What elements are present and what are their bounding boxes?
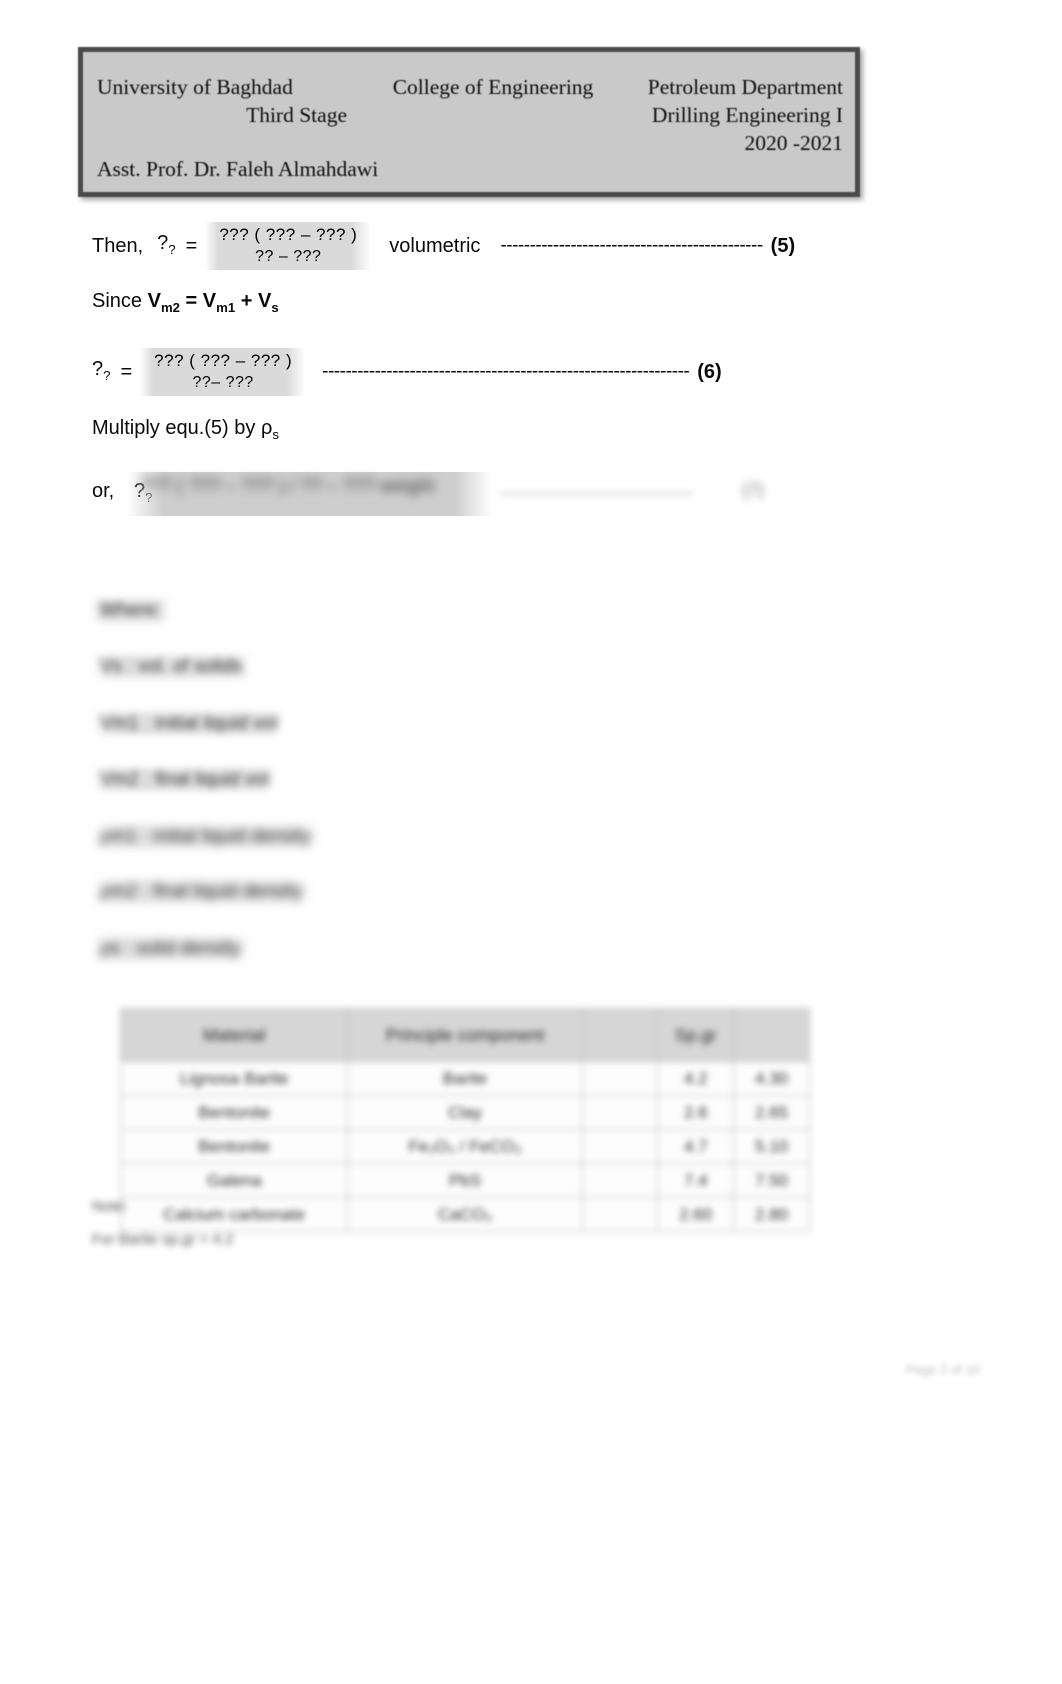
col-header-blank xyxy=(581,1008,659,1062)
lecture-header-box: University of Baghdad Third Stage Colleg… xyxy=(78,47,860,197)
cell-component: Fe₂O₃ / FeCO₃ xyxy=(347,1129,583,1164)
definition-rho-s: ρs : solid density xyxy=(92,937,249,960)
eq5-equals: = xyxy=(185,235,198,257)
eq5-dashes: ----------------------------------------… xyxy=(500,235,763,256)
cell-blank xyxy=(581,1163,659,1198)
cell-spgr: 4.2 xyxy=(657,1061,735,1096)
table-row: Bentonite Clay 2.6 2.65 xyxy=(119,1095,810,1130)
materials-table-body: Lignosa Barite Barite 4.2 4.30 Bentonite… xyxy=(119,1061,810,1232)
cell-blank xyxy=(581,1197,659,1232)
materials-table-head: Material Principle component Sp.gr xyxy=(119,1008,810,1062)
cell-component: CaCO₃ xyxy=(347,1197,583,1232)
cell-material: Lignosa Barite xyxy=(119,1061,349,1096)
table-row: Calcium carbonate CaCO₃ 2.60 2.80 xyxy=(119,1197,810,1232)
eq6-equals: = xyxy=(120,361,133,383)
cell-blank xyxy=(581,1061,659,1096)
eq6-numerator: ??? ( ??? – ??? ) xyxy=(154,351,293,370)
since-line: Since Vm2 = Vm1 + Vs xyxy=(92,288,279,321)
since-equals: = xyxy=(180,290,203,312)
cell-material: Calcium carbonate xyxy=(119,1197,349,1232)
header-course: Drilling Engineering I xyxy=(651,103,843,127)
eq5-trailing-word: volumetric xyxy=(389,235,481,257)
since-prefix: Since xyxy=(92,290,148,312)
multiply-subscript: s xyxy=(272,427,279,442)
eq6-denominator: ??– ??? xyxy=(192,374,254,391)
multiply-line: Multiply equ.(5) by ρs xyxy=(92,415,279,448)
since-vm1: Vm1 xyxy=(202,290,236,315)
note-text: For Barite sp.gr = 4.2 xyxy=(92,1231,234,1248)
cell-extra: 2.65 xyxy=(733,1095,810,1130)
eq5-number: (5) xyxy=(770,235,796,257)
materials-table-wrap: Material Principle component Sp.gr Ligno… xyxy=(119,1008,810,1232)
cell-spgr: 2.60 xyxy=(657,1197,735,1232)
cell-component: PbS xyxy=(347,1163,583,1198)
multiply-text: Multiply equ.(5) by ρ xyxy=(92,417,273,439)
definition-rho-m1: ρm1 : initial liquid density xyxy=(92,825,320,848)
header-department: Petroleum Department xyxy=(647,75,843,99)
table-header-row: Material Principle component Sp.gr xyxy=(119,1008,810,1062)
cell-blank xyxy=(581,1129,659,1164)
definition-vm2: Vm2 : final liquid vol xyxy=(92,768,277,791)
table-row: Galena PbS 7.4 7.50 xyxy=(119,1163,810,1198)
note-label: Note: xyxy=(92,1198,128,1215)
col-header-spgr: Sp.gr xyxy=(657,1008,735,1062)
definition-vm1: Vm1 : initial liquid vol xyxy=(92,712,286,735)
cell-spgr: 4.7 xyxy=(657,1129,735,1164)
eq6-number: (6) xyxy=(697,361,722,383)
eq6-dashes: ----------------------------------------… xyxy=(322,361,690,382)
cell-component: Clay xyxy=(347,1095,583,1130)
cell-component: Barite xyxy=(347,1061,583,1096)
header-college: College of Engineering xyxy=(392,75,594,99)
or-prefix: or, xyxy=(92,480,115,502)
or-equation-body: ??? ( ??? – ??? ) / ?? – ??? weight xyxy=(140,476,435,497)
cell-extra: 2.80 xyxy=(733,1197,810,1232)
table-row: Bentonite Fe₂O₃ / FeCO₃ 4.7 5.10 xyxy=(119,1129,810,1164)
cell-extra: 7.50 xyxy=(733,1163,810,1198)
cell-blank xyxy=(581,1095,659,1130)
since-plus: + xyxy=(235,290,258,312)
eq5-lhs: ?? xyxy=(157,231,176,257)
header-year: 2020 -2021 xyxy=(744,131,843,155)
cell-spgr: 7.4 xyxy=(657,1163,735,1198)
definition-vs: Vs : vol. of solids xyxy=(92,655,251,678)
document-page: University of Baghdad Third Stage Colleg… xyxy=(0,0,1062,1684)
cell-material: Bentonite xyxy=(119,1129,349,1164)
definition-rho-m2: ρm2 : final liquid density xyxy=(92,880,312,903)
col-header-material: Material xyxy=(119,1008,349,1062)
materials-table: Material Principle component Sp.gr Ligno… xyxy=(119,1008,810,1232)
eq5-fraction: ??? ( ??? – ??? ) ?? – ??? xyxy=(205,222,372,270)
cell-material: Galena xyxy=(119,1163,349,1198)
eq5-numerator: ??? ( ??? – ??? ) xyxy=(219,225,358,244)
cell-spgr: 2.6 xyxy=(657,1095,735,1130)
header-instructor: Asst. Prof. Dr. Faleh Almahdawi xyxy=(97,157,379,181)
table-row: Lignosa Barite Barite 4.2 4.30 xyxy=(119,1061,810,1096)
eq6-lhs: ?? xyxy=(92,357,111,383)
cell-extra: 5.10 xyxy=(733,1129,810,1164)
col-header-extra xyxy=(733,1008,810,1062)
since-vm2: Vm2 xyxy=(147,290,180,315)
where-label: Where: xyxy=(92,599,170,622)
col-header-component: Principle component xyxy=(347,1008,583,1062)
or-dashes: ----------------------------------- xyxy=(500,482,693,502)
since-vs: Vs xyxy=(258,290,279,315)
eq6-fraction: ??? ( ??? – ??? ) ??– ??? xyxy=(140,348,307,396)
equation-6-row: ?? = ??? ( ??? – ??? ) ??– ??? ---------… xyxy=(92,348,722,396)
header-stage: Third Stage xyxy=(246,103,347,127)
page-number: Page 2 of 10 xyxy=(906,1362,980,1377)
cell-extra: 4.30 xyxy=(733,1061,810,1096)
then-label: Then, xyxy=(92,235,144,257)
equation-5-row: Then, ?? = ??? ( ??? – ??? ) ?? – ??? vo… xyxy=(92,222,795,270)
cell-material: Bentonite xyxy=(119,1095,349,1130)
header-university: University of Baghdad xyxy=(97,75,293,99)
or-equation-number: (7) xyxy=(742,480,764,500)
eq5-denominator: ?? – ??? xyxy=(255,248,322,265)
